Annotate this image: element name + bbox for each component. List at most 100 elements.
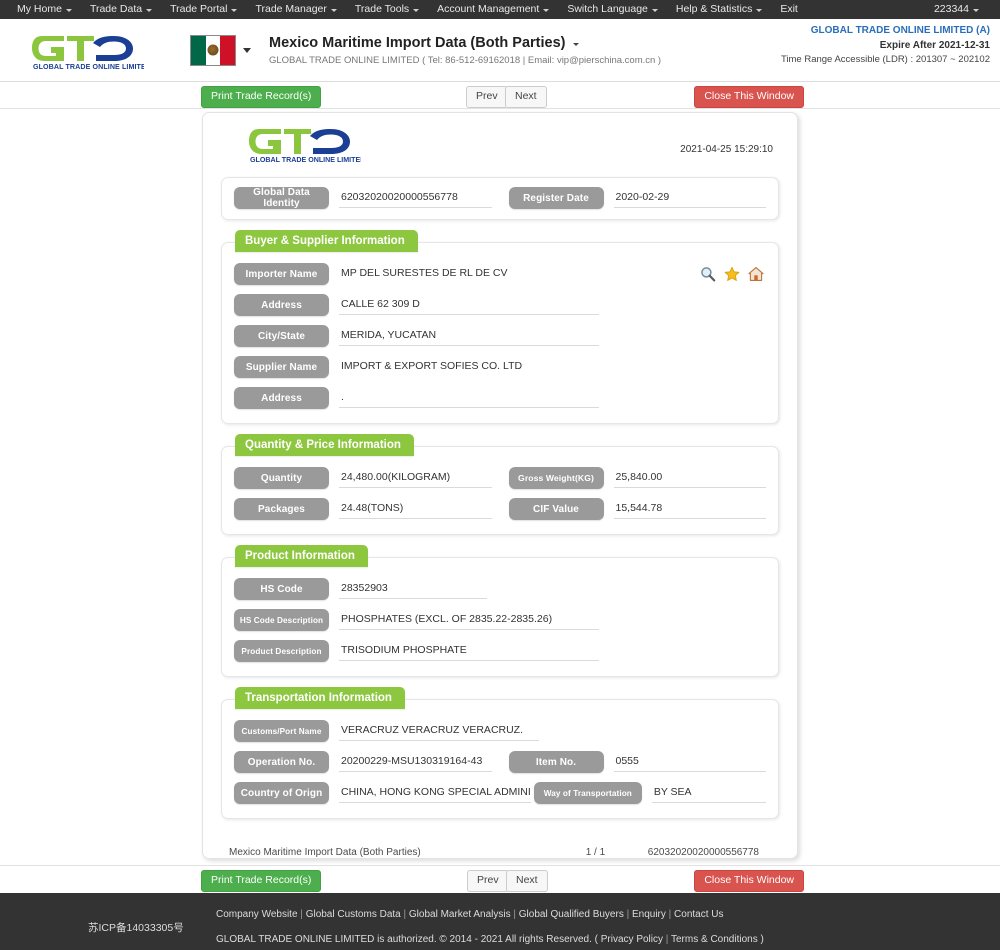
row-supplier-name: Supplier Name IMPORT & EXPORT SOFIES CO.… — [234, 356, 766, 378]
row-customs-port: Customs/Port Name VERACRUZ VERACRUZ VERA… — [234, 720, 766, 742]
hs-code-description-value: PHOSPHATES (EXCL. OF 2835.22-2835.26) — [339, 611, 599, 630]
record-action-icons — [700, 266, 764, 282]
footer-link-contact-us[interactable]: Contact Us — [674, 909, 723, 920]
card-brand-logo: GLOBAL TRADE ONLINE LIMITED — [249, 123, 365, 168]
footer-link-global-qualified-buyers[interactable]: Global Qualified Buyers — [519, 909, 624, 920]
importer-address-value: CALLE 62 309 D — [339, 296, 599, 315]
nav-item-trade-portal[interactable]: Trade Portal — [161, 0, 246, 19]
next-button[interactable]: Next — [505, 86, 547, 108]
quantity-value: 24,480.00(KILOGRAM) — [339, 469, 492, 488]
chevron-down-icon — [146, 9, 153, 12]
packages-field: Packages 24.48(TONS) — [234, 498, 492, 520]
country-of-origin-label: Country of Orign — [234, 782, 329, 804]
next-button-bottom[interactable]: Next — [506, 870, 548, 892]
cif-value-field: CIF Value 15,544.78 — [508, 498, 766, 520]
chevron-down-icon — [330, 9, 337, 12]
nav-item-trade-tools[interactable]: Trade Tools — [346, 0, 428, 19]
nav-item-trade-data[interactable]: Trade Data — [81, 0, 161, 19]
prev-button[interactable]: Prev — [466, 86, 508, 108]
card-footer-identity: 62032020020000556778 — [647, 847, 759, 858]
user-menu[interactable]: 223344 — [925, 0, 988, 19]
mexico-flag-icon — [190, 34, 236, 66]
prev-button-bottom[interactable]: Prev — [467, 870, 509, 892]
nav-item-switch-language[interactable]: Switch Language — [558, 0, 667, 19]
footer-link-company-website[interactable]: Company Website — [216, 909, 298, 920]
row-importer-address: Address CALLE 62 309 D — [234, 294, 766, 316]
supplier-address-label: Address — [234, 387, 329, 409]
item-no-field: Item No. 0555 — [508, 751, 766, 773]
nav-item-help-statistics[interactable]: Help & Statistics — [667, 0, 771, 19]
close-window-button-bottom[interactable]: Close This Window — [694, 870, 804, 892]
section-body-transportation: Customs/Port Name VERACRUZ VERACRUZ VERA… — [221, 699, 779, 819]
star-icon[interactable] — [724, 266, 740, 282]
logo-wordmark: GLOBAL TRADE ONLINE LIMITED — [33, 63, 144, 70]
nav-label: Trade Portal — [170, 3, 228, 15]
section-transportation: Transportation Information Customs/Port … — [221, 687, 779, 819]
footer-link-global-customs-data[interactable]: Global Customs Data — [306, 909, 401, 920]
row-supplier-address: Address . — [234, 387, 766, 409]
nav-label: Exit — [780, 3, 798, 15]
footer-copyright-row: GLOBAL TRADE ONLINE LIMITED is authorize… — [216, 934, 764, 945]
identity-field: Global Data Identity 6203202002000055677… — [234, 187, 492, 209]
nav-item-account-management[interactable]: Account Management — [428, 0, 558, 19]
customs-port-value: VERACRUZ VERACRUZ VERACRUZ. — [339, 722, 539, 741]
cif-value-label: CIF Value — [508, 498, 604, 520]
hs-code-label: HS Code — [234, 578, 329, 600]
print-trade-records-button-bottom[interactable]: Print Trade Record(s) — [201, 870, 322, 892]
country-selector[interactable] — [190, 34, 251, 66]
brand-logo[interactable]: GLOBAL TRADE ONLINE LIMITED — [8, 30, 168, 70]
top-nav-items: My Home Trade Data Trade Portal Trade Ma… — [8, 0, 807, 19]
chevron-down-icon[interactable] — [572, 43, 579, 46]
nav-item-trade-manager[interactable]: Trade Manager — [246, 0, 345, 19]
packages-value: 24.48(TONS) — [339, 500, 492, 519]
home-icon[interactable] — [748, 266, 764, 282]
nav-label: Account Management — [437, 3, 540, 15]
chevron-down-icon[interactable] — [243, 47, 251, 53]
search-icon[interactable] — [700, 266, 716, 282]
country-of-origin-value: CHINA, HONG KONG SPECIAL ADMINI — [339, 784, 531, 803]
header-title-block: Mexico Maritime Import Data (Both Partie… — [269, 35, 661, 66]
section-body-quantity-price: Quantity 24,480.00(KILOGRAM) Gross Weigh… — [221, 446, 779, 535]
account-name[interactable]: GLOBAL TRADE ONLINE LIMITED (A) — [781, 24, 990, 39]
section-quantity-price: Quantity & Price Information Quantity 24… — [221, 434, 779, 535]
nav-item-exit[interactable]: Exit — [771, 0, 807, 19]
section-title-buyer-supplier: Buyer & Supplier Information — [235, 230, 418, 252]
row-operation-item: Operation No. 20200229-MSU130319164-43 I… — [234, 751, 766, 773]
chevron-down-icon — [973, 9, 979, 12]
operation-no-label: Operation No. — [234, 751, 329, 773]
record-stage: GLOBAL TRADE ONLINE LIMITED 2021-04-25 1… — [0, 109, 1000, 865]
page-title-text: Mexico Maritime Import Data (Both Partie… — [269, 34, 566, 51]
way-of-transportation-label: Way of Transportation — [533, 782, 642, 804]
print-trade-records-button[interactable]: Print Trade Record(s) — [201, 86, 322, 108]
nav-label: Help & Statistics — [675, 3, 753, 15]
footer-copyright: GLOBAL TRADE ONLINE LIMITED is authorize… — [216, 934, 592, 945]
footer-link-enquiry[interactable]: Enquiry — [632, 909, 666, 920]
nav-label: My Home — [17, 3, 62, 15]
icp-license: 苏ICP备14033305号 — [88, 922, 184, 934]
footer-link-privacy-policy[interactable]: Privacy Policy — [601, 934, 663, 945]
close-window-button[interactable]: Close This Window — [694, 86, 804, 108]
global-data-identity-label: Global Data Identity — [234, 187, 329, 209]
footer-link-terms-conditions[interactable]: Terms & Conditions — [671, 934, 758, 945]
gross-weight-field: Gross Weight(KG) 25,840.00 — [508, 467, 766, 489]
toolbar-bottom: Print Trade Record(s) Prev Next Close Th… — [0, 865, 1000, 893]
footer-legal-close: ) — [760, 934, 764, 945]
account-expiry: Expire After 2021-12-31 — [879, 39, 990, 51]
country-of-origin-field: Country of Orign CHINA, HONG KONG SPECIA… — [234, 782, 531, 804]
way-of-transportation-value: BY SEA — [651, 784, 766, 803]
row-origin-transport: Country of Orign CHINA, HONG KONG SPECIA… — [234, 782, 766, 804]
footer-link-global-market-analysis[interactable]: Global Market Analysis — [409, 909, 511, 920]
supplier-name-label: Supplier Name — [234, 356, 329, 378]
user-name: 223344 — [933, 3, 969, 15]
user-menu-button[interactable]: 223344 — [925, 0, 988, 19]
card-footer-dataset: Mexico Maritime Import Data (Both Partie… — [229, 847, 421, 858]
product-description-value: TRISODIUM PHOSPHATE — [339, 642, 599, 661]
page-title[interactable]: Mexico Maritime Import Data (Both Partie… — [269, 35, 661, 51]
account-time-range: Time Range Accessible (LDR) : 201307 ~ 2… — [780, 54, 990, 65]
section-title-transportation: Transportation Information — [235, 687, 405, 709]
row-quantity-grossweight: Quantity 24,480.00(KILOGRAM) Gross Weigh… — [234, 467, 766, 489]
nav-item-my-home[interactable]: My Home — [8, 0, 81, 19]
gross-weight-label: Gross Weight(KG) — [508, 467, 604, 489]
row-product-description: Product Description TRISODIUM PHOSPHATE — [234, 640, 766, 662]
row-hs-code: HS Code 28352903 — [234, 578, 766, 600]
